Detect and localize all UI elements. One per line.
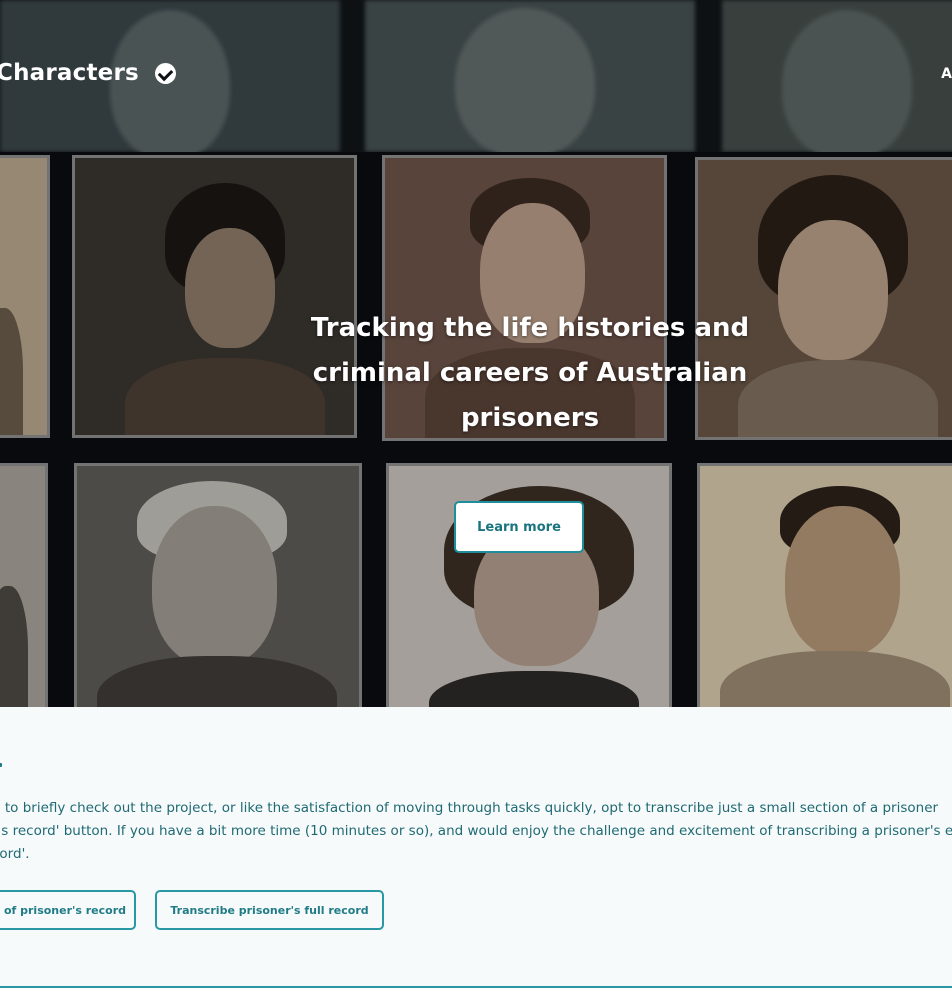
hero-headline: Tracking the life histories and criminal… [300, 306, 760, 441]
hero-headline-line: Tracking the life histories and [310, 313, 750, 343]
hero-portrait-grid: Tracking the life histories and criminal… [0, 152, 952, 707]
header-background-photo [365, 0, 695, 152]
site-title-text[interactable]: Characters [0, 60, 139, 86]
header-photo-face [782, 10, 912, 152]
check-circle-icon [154, 62, 176, 84]
site-title[interactable]: Characters [0, 60, 176, 86]
hero-headline-line: criminal careers of Australian [312, 358, 748, 388]
header-background-photo [722, 0, 952, 152]
heading-fragment [0, 763, 2, 767]
nav-link-partial[interactable]: A [941, 66, 952, 82]
site-header: Characters A [0, 0, 952, 152]
intro-line: r's record' button. If you have a bit mo… [0, 823, 952, 839]
transcribe-full-record-button[interactable]: Transcribe prisoner's full record [155, 890, 384, 930]
header-photo-face [455, 8, 595, 152]
learn-more-button[interactable]: Learn more [454, 501, 584, 553]
intro-section: g to briefly check out the project, or l… [0, 707, 952, 988]
intro-line: g to briefly check out the project, or l… [0, 800, 939, 816]
hero-headline-line: prisoners [460, 403, 600, 433]
intro-paragraph: g to briefly check out the project, or l… [0, 797, 952, 866]
intro-line: cord'. [0, 846, 30, 862]
transcribe-section-button[interactable]: of prisoner's record [0, 890, 136, 930]
